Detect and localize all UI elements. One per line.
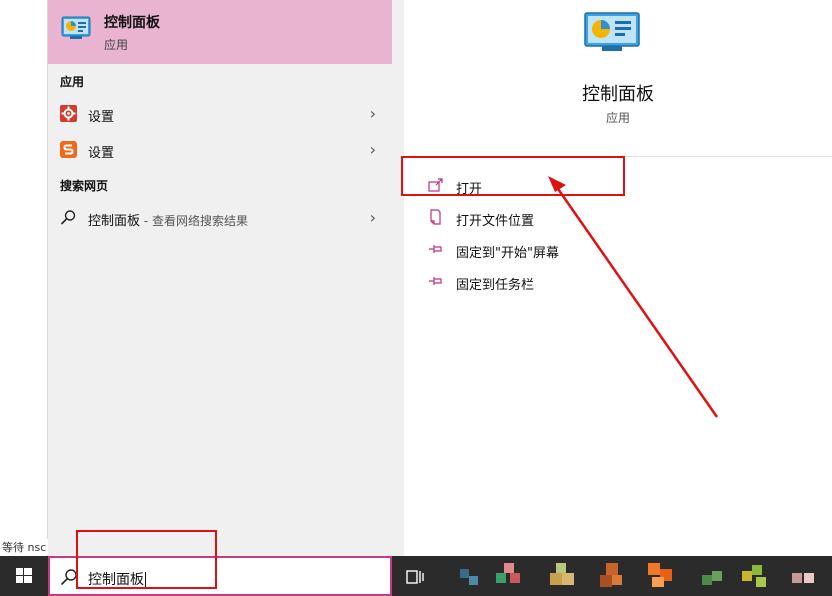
web-search-hint: - 查看网络搜索结果 xyxy=(140,214,248,228)
app-icon[interactable] xyxy=(702,563,728,589)
detail-subtitle: 应用 xyxy=(605,111,630,125)
gear-icon xyxy=(60,105,77,122)
action-label: 固定到"开始"屏幕 xyxy=(456,246,559,261)
control-panel-icon xyxy=(584,12,640,51)
app-icon[interactable] xyxy=(648,563,674,589)
best-match-item[interactable]: 控制面板 应用 xyxy=(48,0,392,64)
action-open-file-location[interactable]: 打开文件位置 xyxy=(428,206,808,230)
detail-pane: 控制面板 应用 打开 打开文件位置 固定到"开始"屏幕 固定到任务栏 xyxy=(404,0,832,556)
result-item-sogou-settings[interactable]: 设置 › xyxy=(48,133,392,167)
search-icon xyxy=(60,210,76,225)
control-panel-icon xyxy=(61,16,91,39)
action-pin-to-start[interactable]: 固定到"开始"屏幕 xyxy=(428,238,808,262)
web-search-label: 控制面板 - 查看网络搜索结果 xyxy=(88,210,248,229)
file-location-icon xyxy=(430,209,441,225)
desktop-strip: 等待 nsc xyxy=(0,0,48,556)
status-text: 等待 nsc xyxy=(2,539,48,555)
task-view-icon[interactable] xyxy=(404,566,426,588)
apps-section-header: 应用 xyxy=(60,75,85,89)
chevron-right-icon[interactable]: › xyxy=(370,140,376,159)
result-label: 设置 xyxy=(88,110,115,125)
annotation-highlight-open xyxy=(401,156,625,196)
web-search-query: 控制面板 xyxy=(88,214,141,229)
action-label: 打开文件位置 xyxy=(456,214,535,229)
sogou-icon xyxy=(60,141,77,158)
app-icon[interactable] xyxy=(600,563,626,589)
app-icon[interactable] xyxy=(742,563,768,589)
pin-icon xyxy=(429,277,442,285)
chevron-right-icon[interactable]: › xyxy=(370,104,376,123)
action-label: 固定到任务栏 xyxy=(456,278,535,293)
app-icon[interactable] xyxy=(792,563,818,589)
result-label: 设置 xyxy=(88,146,115,161)
app-icon[interactable] xyxy=(496,563,522,589)
pin-icon xyxy=(429,245,442,253)
result-item-settings[interactable]: 设置 › xyxy=(48,97,392,131)
web-section-header: 搜索网页 xyxy=(60,179,109,193)
detail-title: 控制面板 xyxy=(582,84,654,105)
action-pin-to-taskbar[interactable]: 固定到任务栏 xyxy=(428,270,808,294)
chevron-right-icon[interactable]: › xyxy=(370,208,376,227)
annotation-highlight-search xyxy=(76,530,217,589)
best-match-subtitle: 应用 xyxy=(104,38,129,52)
windows-start-icon[interactable] xyxy=(0,556,48,596)
app-icon[interactable] xyxy=(460,563,486,589)
web-search-item[interactable]: 控制面板 - 查看网络搜索结果 › xyxy=(48,201,392,235)
screen: 等待 nsc 控制面板 应用 应用 设置 › 设置 › 搜索网页 控制面板 - … xyxy=(0,0,832,596)
app-icon[interactable] xyxy=(550,563,576,589)
search-results-pane: 控制面板 应用 应用 设置 › 设置 › 搜索网页 控制面板 - 查看网络搜索结… xyxy=(48,0,404,556)
best-match-title: 控制面板 xyxy=(104,15,160,31)
